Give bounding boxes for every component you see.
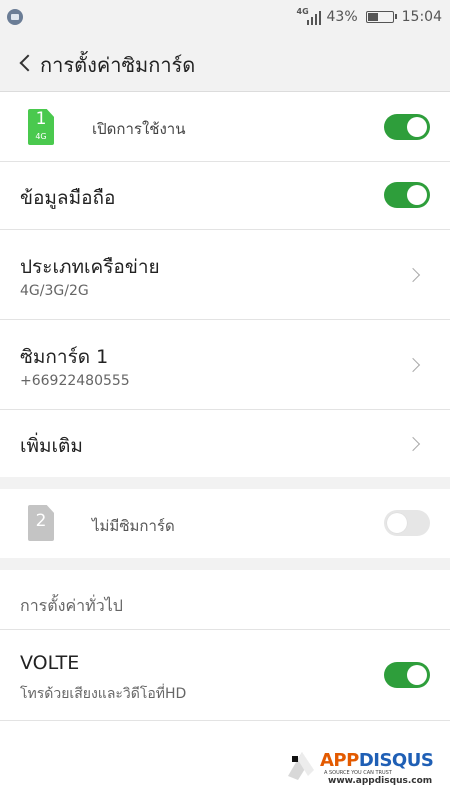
sim1-status-label: เปิดการใช้งาน <box>92 120 186 138</box>
chevron-right-icon <box>405 357 421 373</box>
clock: 15:04 <box>401 9 442 25</box>
sim1-toggle[interactable] <box>384 114 430 140</box>
network-type-row[interactable]: ประเภทเครือข่าย 4G/3G/2G <box>0 230 450 319</box>
volte-toggle[interactable] <box>384 662 430 688</box>
status-bar: 4G 43% 15:04 <box>0 0 450 34</box>
more-label: เพิ่มเติม <box>20 435 83 457</box>
sim-card-1-icon: 1 4G <box>28 109 54 145</box>
sim-card-phone: +66922480555 <box>20 373 130 389</box>
app-header: การตั้งค่าซิมการ์ด <box>0 34 450 92</box>
sim-card-2-icon: 2 <box>28 505 54 541</box>
mobile-data-toggle[interactable] <box>384 182 430 208</box>
section-gap <box>0 477 450 489</box>
signal-icon: 4G <box>296 7 321 25</box>
sim2-number: 2 <box>35 511 47 531</box>
general-section-header: การตั้งค่าทั่วไป <box>0 570 450 629</box>
page-title: การตั้งค่าซิมการ์ด <box>40 53 196 77</box>
network-type-value: 4G/3G/2G <box>20 283 89 299</box>
sim2-toggle[interactable] <box>384 510 430 536</box>
gallery-notification-icon <box>7 9 23 25</box>
section-gap <box>0 558 450 570</box>
watermark-url: www.appdisqus.com <box>328 776 433 786</box>
sim2-status-label: ไม่มีซิมการ์ด <box>92 517 175 535</box>
mobile-data-row[interactable]: ข้อมูลมือถือ <box>0 162 450 229</box>
sim1-network: 4G <box>35 132 47 141</box>
appdisqus-logo-icon <box>288 752 314 780</box>
back-arrow-icon[interactable] <box>12 48 40 78</box>
sim1-number: 1 <box>35 109 47 129</box>
sim2-row[interactable]: 2 ไม่มีซิมการ์ด <box>0 489 450 558</box>
sim-card-label: ซิมการ์ด 1 <box>20 346 109 368</box>
sim-card-row[interactable]: ซิมการ์ด 1 +66922480555 <box>0 320 450 409</box>
sim1-row[interactable]: 1 4G เปิดการใช้งาน <box>0 93 450 161</box>
volte-description: โทรด้วยเสียงและวิดีโอที่HD <box>20 686 187 702</box>
battery-icon <box>365 11 397 23</box>
chevron-right-icon <box>405 436 421 452</box>
status-indicators: 4G 43% 15:04 <box>297 7 442 27</box>
appdisqus-watermark: APPDISQUS A SOURCE YOU CAN TRUST www.app… <box>284 746 434 790</box>
battery-percent: 43% <box>326 9 358 25</box>
mobile-data-label: ข้อมูลมือถือ <box>20 187 116 209</box>
more-row[interactable]: เพิ่มเติม <box>0 410 450 477</box>
network-type-indicator: 4G <box>296 7 309 16</box>
watermark-brand: APPDISQUS <box>320 750 434 771</box>
general-section-title: การตั้งค่าทั่วไป <box>20 596 123 615</box>
chevron-right-icon <box>405 267 421 283</box>
network-type-label: ประเภทเครือข่าย <box>20 256 160 278</box>
volte-label: VOLTE <box>20 652 80 674</box>
volte-row[interactable]: VOLTE โทรด้วยเสียงและวิดีโอที่HD <box>0 630 450 720</box>
